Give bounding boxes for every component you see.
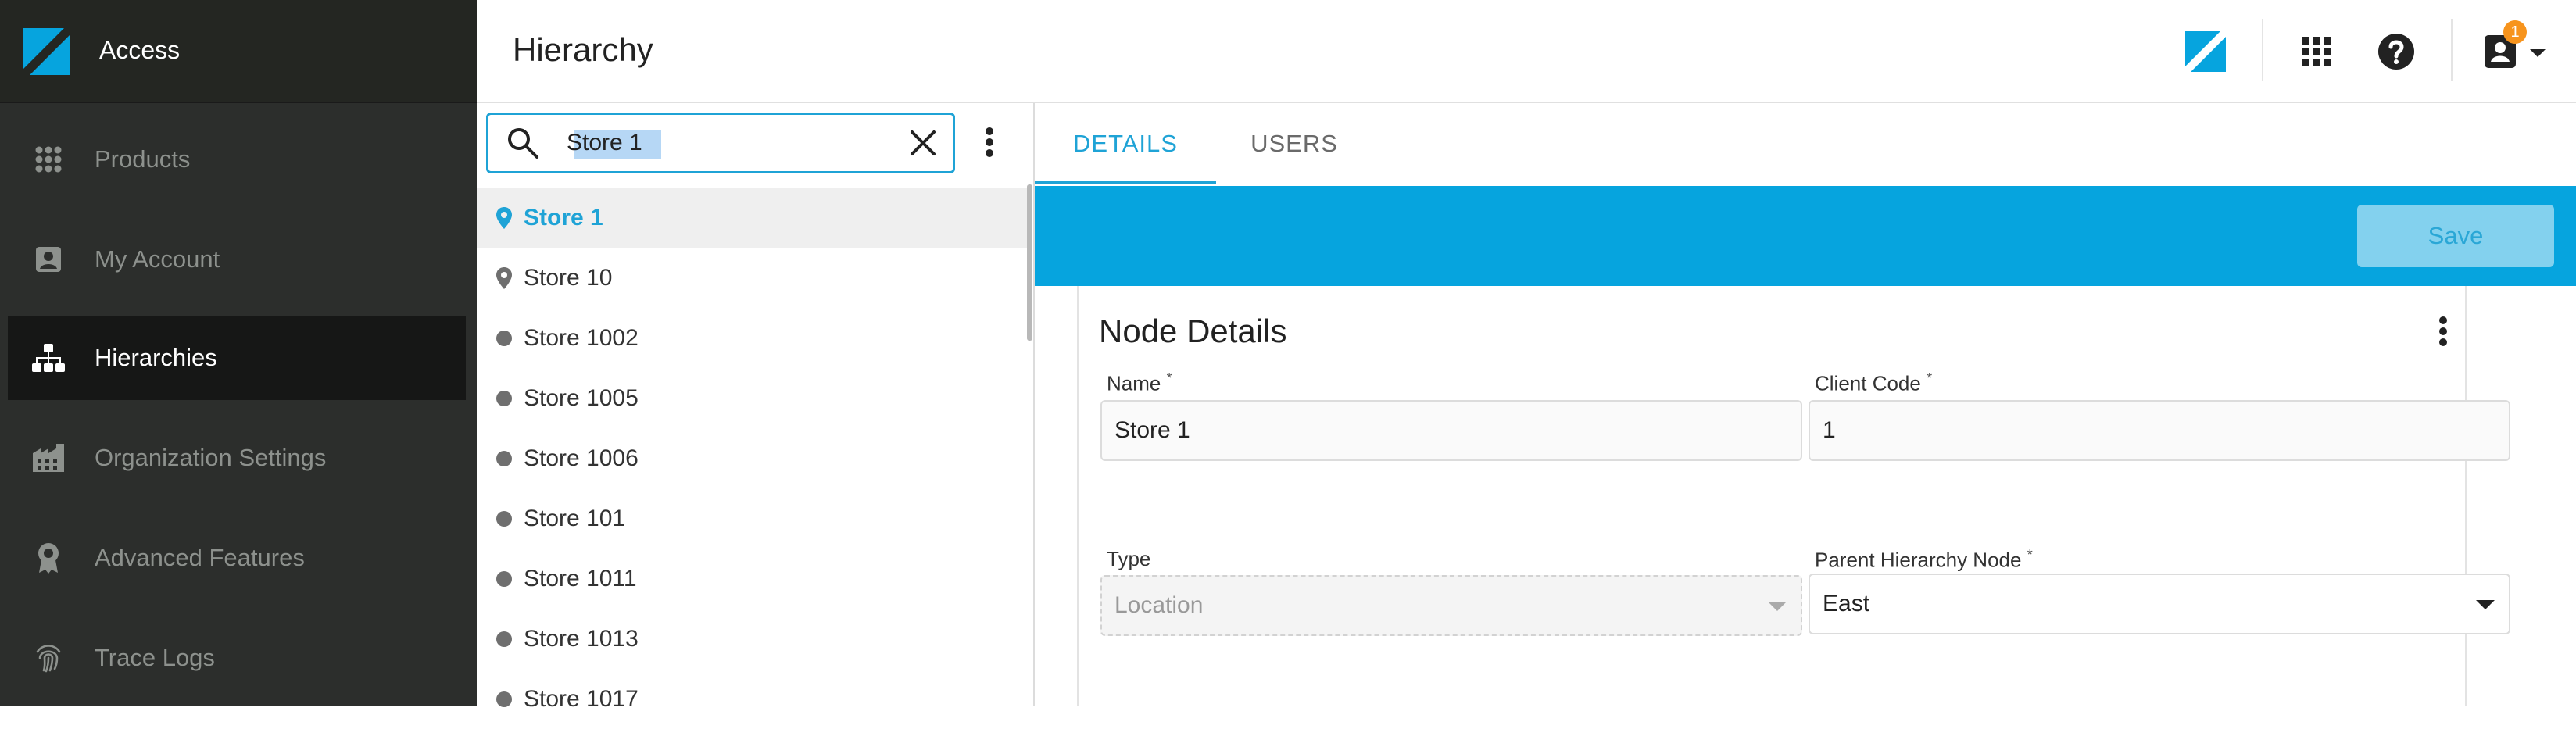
dot-icon (494, 448, 514, 469)
type-label: Type (1107, 547, 1151, 570)
tree-node[interactable]: Store 1002 (477, 308, 1030, 368)
dot-icon (494, 569, 514, 589)
client-code-label: Client Code * (1815, 370, 1933, 395)
dot-icon (494, 388, 514, 409)
page-title: Hierarchy (513, 31, 653, 68)
more-vertical-icon[interactable] (985, 127, 994, 162)
sidebar-item-label: Hierarchies (95, 344, 217, 371)
scrollbar-thumb[interactable] (1027, 184, 1032, 341)
sidebar-item-label: Advanced Features (95, 544, 305, 571)
dropdown-arrow-icon (1768, 602, 1787, 611)
sidebar-item-hierarchies[interactable]: Hierarchies (8, 316, 466, 400)
sidebar-header: Access (0, 0, 477, 103)
type-select-value: Location (1114, 592, 1204, 618)
fingerprint-icon (31, 641, 66, 675)
save-button[interactable]: Save (2357, 205, 2554, 267)
sidebar-item-products[interactable]: Products (8, 117, 466, 202)
app-name: Access (99, 36, 181, 64)
sidebar-item-trace-logs[interactable]: Trace Logs (8, 616, 466, 700)
tree-node-label: Store 101 (524, 505, 626, 531)
sidebar-item-advanced-features[interactable]: Advanced Features (8, 516, 466, 600)
sidebar-item-organization-settings[interactable]: Organization Settings (8, 416, 466, 500)
tree-node[interactable]: Store 1 (477, 188, 1030, 248)
tree-node-label: Store 1005 (524, 384, 639, 411)
sidebar-item-my-account[interactable]: My Account (8, 217, 466, 302)
node-details-card: Node Details Name * Store 1 Client Code … (1077, 286, 2510, 706)
required-mark: * (2027, 547, 2033, 563)
tree-node-label: Store 1002 (524, 324, 639, 351)
notification-badge: 1 (2503, 20, 2527, 44)
card-title: Node Details (1099, 313, 1287, 349)
dot-icon (494, 328, 514, 348)
tree-node-label: Store 1006 (524, 445, 639, 471)
more-vertical-icon[interactable] (2438, 316, 2448, 351)
apps-grid-icon (31, 142, 66, 177)
name-field-value: Store 1 (1114, 417, 1190, 443)
tree-node[interactable]: Store 1017 (477, 669, 1030, 729)
search-input[interactable] (567, 126, 864, 160)
location-pin-icon (494, 266, 514, 289)
tree-node[interactable]: Store 1005 (477, 368, 1030, 428)
toolbar-divider (2451, 19, 2453, 81)
tab-details[interactable]: DETAILS (1035, 103, 1216, 184)
details-panel: DETAILS USERS Save Node Details Name * S… (1035, 103, 2576, 706)
sidebar: Access Products My Account Hierarchies O… (0, 0, 477, 706)
badge-icon (31, 541, 66, 575)
toolbar-divider (2262, 19, 2263, 81)
clear-search-icon[interactable] (907, 127, 939, 163)
help-icon[interactable] (2373, 28, 2420, 75)
tree-node[interactable]: Store 1011 (477, 549, 1030, 609)
tree-node-label: Store 1017 (524, 685, 639, 712)
account-box-icon (31, 242, 66, 277)
client-code-field-value: 1 (1823, 417, 1836, 443)
name-label: Name * (1107, 370, 1172, 395)
app-launcher-icon[interactable] (2293, 28, 2340, 75)
parent-node-label: Parent Hierarchy Node * (1815, 547, 2033, 572)
action-bar: Save (1035, 186, 2576, 286)
tree-node[interactable]: Store 1013 (477, 609, 1030, 669)
tree-node-label: Store 10 (524, 264, 613, 291)
tree-node[interactable]: Store 1006 (477, 428, 1030, 488)
sidebar-item-label: My Account (95, 245, 220, 273)
parent-node-select[interactable]: East (1809, 574, 2510, 634)
tree-node-label: Store 1011 (524, 565, 637, 591)
tree-node[interactable]: Store 101 (477, 488, 1030, 549)
parent-node-select-value: East (1823, 591, 1870, 616)
tree-node-label: Store 1 (524, 204, 603, 230)
client-code-field[interactable]: 1 (1809, 400, 2510, 461)
tree-node-label: Store 1013 (524, 625, 639, 652)
dot-icon (494, 629, 514, 649)
brand-logo-icon[interactable] (23, 28, 70, 75)
sidebar-item-label: Organization Settings (95, 444, 327, 471)
name-field[interactable]: Store 1 (1100, 400, 1802, 461)
brand-logo-icon[interactable] (2182, 28, 2229, 75)
hierarchy-icon (31, 341, 66, 375)
sidebar-item-label: Products (95, 145, 191, 173)
tree-list: Store 1 Store 10 Store 1002 Store 1005 S… (477, 188, 1030, 729)
location-pin-icon (494, 206, 514, 229)
dropdown-arrow-icon (2476, 600, 2495, 609)
tab-bar: DETAILS USERS (1035, 103, 2576, 187)
required-mark: * (1927, 370, 1933, 386)
tree-node[interactable]: Store 10 (477, 248, 1030, 308)
required-mark: * (1166, 370, 1172, 386)
tab-users[interactable]: USERS (1216, 103, 1372, 184)
building-icon (31, 441, 66, 475)
sidebar-item-label: Trace Logs (95, 644, 215, 671)
search-icon (506, 126, 540, 164)
type-select: Location (1100, 575, 1802, 636)
search-box (486, 113, 955, 173)
hierarchy-tree-panel: Store 1 Store 10 Store 1002 Store 1005 S… (477, 103, 1035, 712)
dot-icon (494, 509, 514, 529)
